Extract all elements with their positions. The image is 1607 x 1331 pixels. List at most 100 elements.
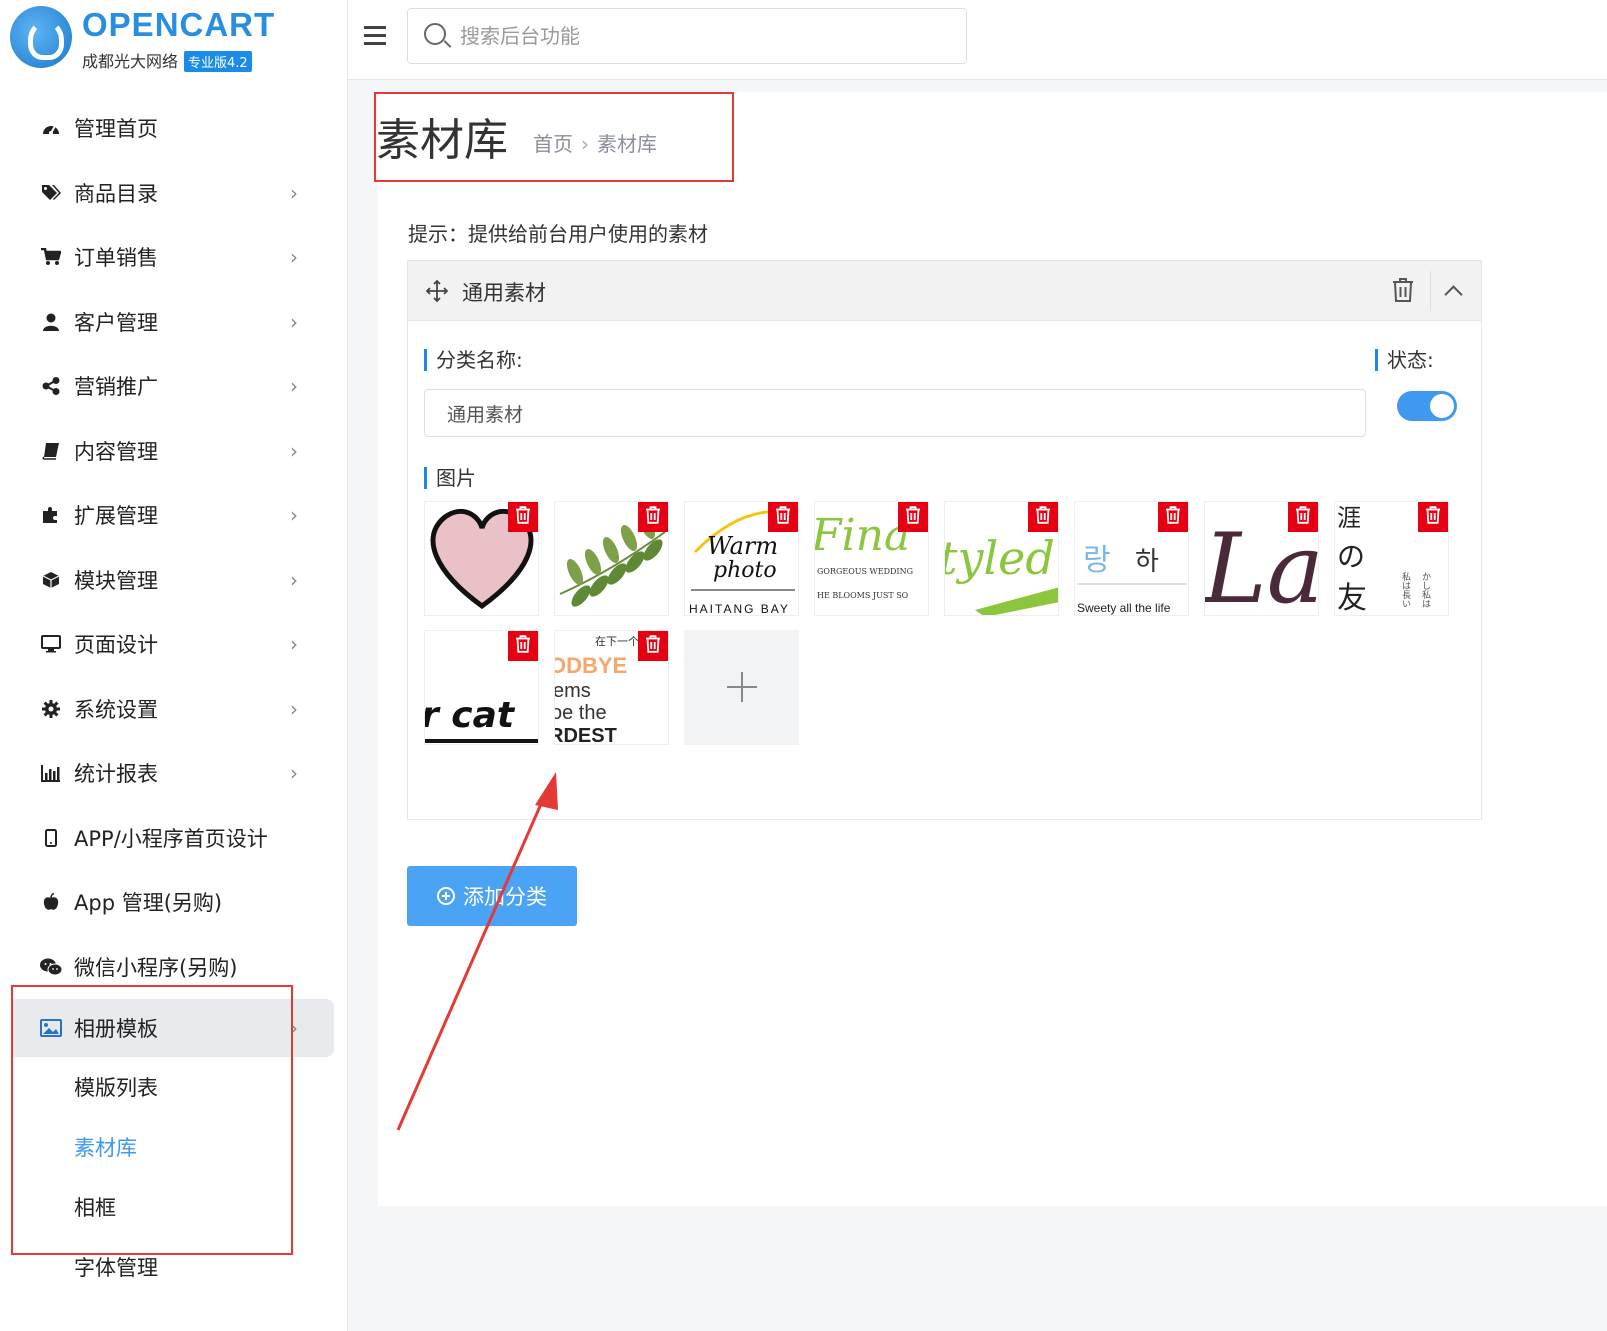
- sidebar-item-modules[interactable]: 模块管理 ›: [0, 548, 340, 613]
- sidebar-item-app-design[interactable]: APP/小程序首页设计: [0, 806, 340, 871]
- image-thumb-goodbye-text[interactable]: 在下一个起 ODBYE ems oe the RDEST: [554, 630, 669, 745]
- sidebar-item-settings[interactable]: 系统设置 ›: [0, 677, 340, 742]
- chevron-right-icon: ›: [290, 180, 298, 205]
- svg-text:하: 하: [1135, 547, 1159, 577]
- menu-toggle-icon[interactable]: [364, 26, 386, 46]
- status-toggle[interactable]: [1397, 391, 1457, 421]
- trash-icon: [1165, 506, 1181, 528]
- share-icon: [40, 375, 62, 397]
- search-box: [407, 8, 967, 64]
- image-thumb-heart[interactable]: [424, 501, 539, 616]
- image-thumb-final-script[interactable]: Fina GORGEOUS WEDDING HE BLOOMS JUST SO: [814, 501, 929, 616]
- trash-icon: [1393, 278, 1413, 302]
- add-category-label: 添加分类: [463, 885, 547, 909]
- image-thumb-la-script[interactable]: La: [1204, 501, 1319, 616]
- sidebar-item-extensions[interactable]: 扩展管理 ›: [0, 483, 340, 548]
- sidebar-item-label: 营销推广: [74, 375, 158, 400]
- trash-icon: [1035, 506, 1051, 528]
- delete-image-button[interactable]: [1288, 502, 1318, 532]
- svg-text:GORGEOUS WEDDING: GORGEOUS WEDDING: [817, 567, 913, 576]
- svg-text:ODBYE: ODBYE: [555, 653, 627, 678]
- collapse-button[interactable]: [1430, 271, 1474, 311]
- images-label: 图片: [424, 467, 476, 489]
- mobile-icon: [40, 827, 62, 849]
- delete-category-button[interactable]: [1392, 277, 1418, 305]
- svg-text:の: の: [1337, 540, 1365, 573]
- submenu-item-font-management[interactable]: 字体管理: [0, 1237, 340, 1297]
- chevron-right-icon: ›: [290, 503, 298, 528]
- delete-image-button[interactable]: [508, 502, 538, 532]
- sidebar-item-wechat[interactable]: 微信小程序(另购): [0, 935, 340, 1000]
- svg-text:Warm: Warm: [707, 532, 778, 560]
- chevron-right-icon: ›: [290, 1016, 298, 1040]
- apple-icon: [40, 891, 62, 913]
- sidebar-item-design[interactable]: 页面设计 ›: [0, 612, 340, 677]
- sidebar-item-content[interactable]: 内容管理 ›: [0, 419, 340, 484]
- sidebar-item-app-manage[interactable]: App 管理(另购): [0, 870, 340, 935]
- chevron-right-icon: ›: [290, 567, 298, 592]
- submenu-item-template-list[interactable]: 模版列表: [0, 1057, 340, 1117]
- delete-image-button[interactable]: [638, 502, 668, 532]
- image-thumb-japanese-text[interactable]: 涯の友 私は長い かし私は: [1334, 501, 1449, 616]
- sidebar-item-catalog[interactable]: 商品目录 ›: [0, 161, 340, 226]
- svg-text:HAITANG BAY: HAITANG BAY: [689, 602, 790, 616]
- delete-image-button[interactable]: [638, 631, 668, 661]
- cart-icon: [40, 246, 62, 268]
- chevron-right-icon: ›: [290, 632, 298, 657]
- svg-text:かし私は: かし私は: [1420, 572, 1431, 608]
- sidebar-item-label: 统计报表: [74, 762, 158, 787]
- sidebar-item-marketing[interactable]: 营销推广 ›: [0, 354, 340, 419]
- sidebar-item-customers[interactable]: 客户管理 ›: [0, 290, 340, 355]
- version-badge: 专业版4.2: [184, 51, 252, 72]
- image-thumb-warm-photo[interactable]: Warm photo HAITANG BAY: [684, 501, 799, 616]
- delete-image-button[interactable]: [1028, 502, 1058, 532]
- sidebar-item-dashboard[interactable]: 管理首页: [0, 96, 340, 161]
- delete-image-button[interactable]: [1418, 502, 1448, 532]
- sidebar-item-album-templates[interactable]: 相册模板 ›: [12, 999, 334, 1057]
- breadcrumb-current: 素材库: [597, 132, 657, 156]
- desktop-icon: [40, 633, 62, 655]
- svg-text:tyled: tyled: [945, 531, 1055, 585]
- sidebar-item-label: 商品目录: [74, 181, 158, 206]
- top-header: [348, 0, 1607, 80]
- category-card: 通用素材 分类名称: 状态: 图片 Warmphoto HAITANG BAY Fi…: [407, 260, 1482, 820]
- sidebar-item-label: APP/小程序首页设计: [74, 826, 268, 851]
- chevron-right-icon: ›: [290, 696, 298, 721]
- image-thumb-cat-text[interactable]: r cat: [424, 630, 539, 745]
- trash-icon: [775, 506, 791, 528]
- brand-title: OPENCART: [82, 6, 276, 43]
- move-icon[interactable]: [425, 279, 449, 308]
- brand-subtitle-text: 成都光大网络: [82, 52, 179, 71]
- page-tip: 提示：提供给前台用户使用的素材: [408, 222, 708, 246]
- image-thumb-korean-text[interactable]: 랑 하 Sweety all the life: [1074, 501, 1189, 616]
- sidebar-item-label: 扩展管理: [74, 504, 158, 529]
- add-category-button[interactable]: 添加分类: [407, 866, 577, 926]
- add-image-button[interactable]: [684, 630, 799, 745]
- delete-image-button[interactable]: [1158, 502, 1188, 532]
- sidebar-item-reports[interactable]: 统计报表 ›: [0, 741, 340, 806]
- dashboard-icon: [40, 117, 62, 139]
- brand-logo[interactable]: OPENCART 成都光大网络 专业版4.2: [10, 4, 280, 72]
- svg-text:oe the: oe the: [555, 702, 607, 724]
- search-icon: [424, 23, 446, 45]
- sidebar-item-orders[interactable]: 订单销售 ›: [0, 225, 340, 290]
- breadcrumb-home[interactable]: 首页: [533, 132, 573, 156]
- delete-image-button[interactable]: [768, 502, 798, 532]
- svg-text:랑: 랑: [1083, 543, 1111, 578]
- sidebar-item-label: 模块管理: [74, 568, 158, 593]
- svg-text:Fina: Fina: [815, 510, 910, 561]
- trash-icon: [1425, 506, 1441, 528]
- chevron-right-icon: ›: [290, 245, 298, 270]
- image-thumb-styled-script[interactable]: tyled: [944, 501, 1059, 616]
- image-thumb-leaves[interactable]: [554, 501, 669, 616]
- svg-text:Sweety all the life: Sweety all the life: [1077, 601, 1171, 615]
- submenu-item-material-library[interactable]: 素材库: [0, 1117, 340, 1177]
- svg-text:涯: 涯: [1337, 504, 1361, 532]
- category-card-title: 通用素材: [462, 281, 546, 305]
- category-name-input[interactable]: [424, 389, 1366, 437]
- submenu-item-frames[interactable]: 相框: [0, 1177, 340, 1237]
- search-input[interactable]: [460, 21, 940, 51]
- delete-image-button[interactable]: [508, 631, 538, 661]
- sidebar-item-label: 客户管理: [74, 310, 158, 335]
- delete-image-button[interactable]: [898, 502, 928, 532]
